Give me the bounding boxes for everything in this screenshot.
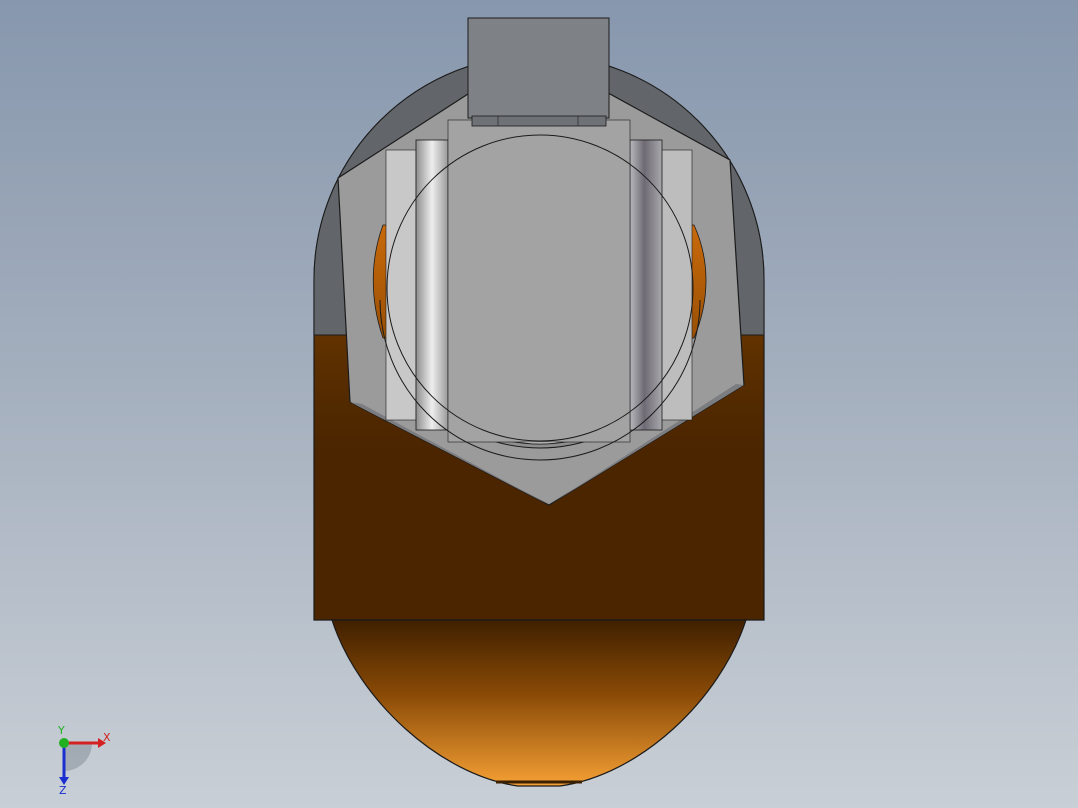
y-axis-dot [59, 738, 69, 748]
y-axis-label: Y [57, 725, 65, 737]
graphics-viewport[interactable]: X Y Z [0, 0, 1078, 808]
coordinate-triad: X Y Z [57, 725, 111, 795]
rod-left[interactable] [415, 139, 449, 431]
z-axis-label: Z [59, 784, 67, 795]
triad-arc [64, 743, 92, 771]
body-end-cap[interactable] [331, 619, 747, 787]
x-axis-label: X [103, 731, 111, 744]
key-block[interactable] [467, 17, 610, 119]
center-flat [447, 119, 631, 443]
model-view[interactable] [0, 0, 1078, 808]
slot-wall-right [659, 149, 693, 421]
key-block-step [471, 115, 607, 127]
